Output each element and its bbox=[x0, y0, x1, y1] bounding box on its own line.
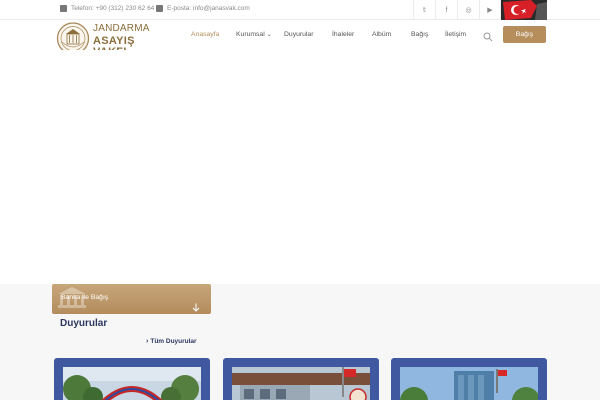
nav-ihaleler[interactable]: İhaleler bbox=[332, 31, 354, 38]
phone-icon bbox=[60, 5, 67, 12]
all-announcements-link[interactable]: › Tüm Duyurular bbox=[146, 338, 197, 345]
youtube-icon[interactable]: ▶ bbox=[479, 0, 501, 20]
nav-album[interactable]: Albüm bbox=[372, 31, 391, 38]
brand-line-1: JANDARMA bbox=[93, 23, 150, 34]
donate-button[interactable]: Bağış bbox=[503, 26, 546, 43]
nav-kurumsal[interactable]: Kurumsal ⌄ bbox=[236, 31, 272, 38]
instagram-icon[interactable]: ◎ bbox=[457, 0, 479, 20]
nav-anasayfa[interactable]: Anasayfa bbox=[191, 31, 219, 38]
email-icon bbox=[156, 5, 163, 12]
announcement-image bbox=[232, 367, 370, 400]
nav-kurumsal-label: Kurumsal bbox=[236, 31, 265, 38]
twitter-icon[interactable]: 𝕥 bbox=[413, 0, 435, 20]
brand-name[interactable]: JANDARMA ASAYIŞ VAKFI bbox=[93, 23, 163, 58]
announcement-image bbox=[400, 367, 538, 400]
nav-bagis[interactable]: Bağış bbox=[411, 31, 428, 38]
facebook-icon[interactable]: f bbox=[435, 0, 457, 20]
email-contact[interactable]: E-posta: info@janasvak.com bbox=[156, 5, 250, 12]
announcement-image bbox=[63, 367, 201, 400]
bank-donation-card[interactable]: Banka ile Bağış bbox=[52, 284, 211, 314]
turkish-flag-icon bbox=[501, 0, 547, 20]
email-text: E-posta: info@janasvak.com bbox=[167, 5, 250, 12]
chevron-right-icon: › bbox=[146, 338, 149, 345]
nav-duyurular[interactable]: Duyurular bbox=[284, 31, 313, 38]
phone-contact[interactable]: Telefon: +90 (312) 230 62 64 bbox=[60, 5, 154, 12]
arrow-down-icon[interactable] bbox=[192, 299, 200, 312]
all-announcements-label: Tüm Duyurular bbox=[150, 338, 197, 345]
announcement-card[interactable] bbox=[391, 358, 547, 400]
nav-iletisim[interactable]: İletişim bbox=[445, 31, 466, 38]
phone-text: Telefon: +90 (312) 230 62 64 bbox=[71, 5, 155, 12]
announcements-title: Duyurular bbox=[60, 318, 108, 329]
hero-slider-area bbox=[0, 50, 600, 284]
bank-donation-label: Banka ile Bağış bbox=[61, 294, 109, 301]
top-contact-bar: Telefon: +90 (312) 230 62 64 E-posta: in… bbox=[0, 0, 600, 20]
chevron-down-icon: ⌄ bbox=[266, 32, 272, 38]
search-icon[interactable] bbox=[483, 29, 493, 42]
announcement-card[interactable] bbox=[54, 358, 210, 400]
announcement-card[interactable] bbox=[223, 358, 379, 400]
